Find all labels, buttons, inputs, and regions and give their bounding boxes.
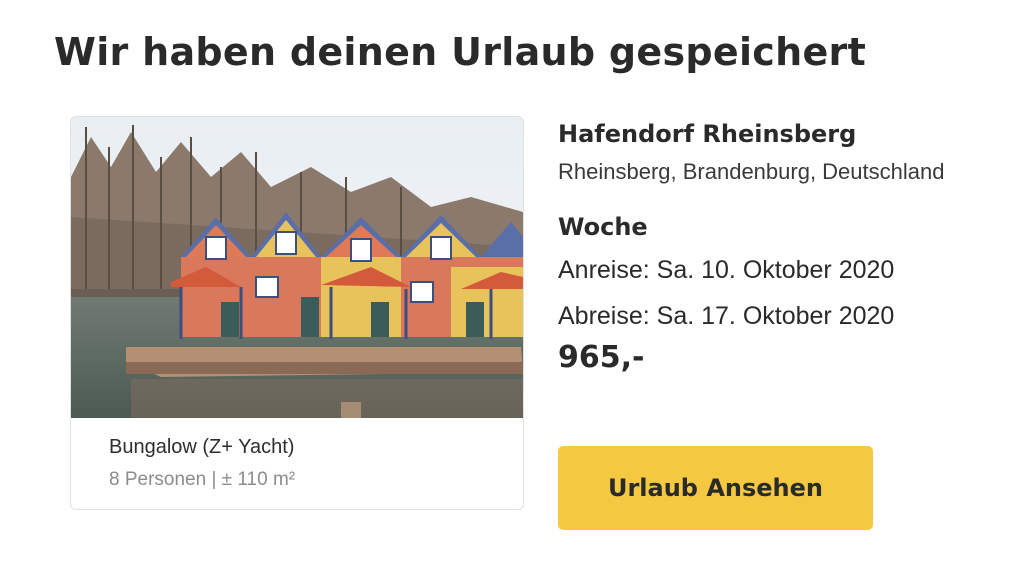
unit-details: 8 Personen | ± 110 m² (109, 469, 296, 490)
park-location: Rheinsberg, Brandenburg, Deutschland (558, 159, 945, 184)
stay-duration: Woche (558, 213, 648, 241)
price: 965,- (558, 340, 645, 375)
unit-name: Bungalow (Z+ Yacht) (109, 436, 295, 458)
accommodation-card[interactable]: Bungalow (Z+ Yacht) 8 Personen | ± 110 m… (70, 116, 524, 510)
view-vacation-button[interactable]: Urlaub Ansehen (558, 446, 873, 530)
arrival-date: Anreise: Sa. 10. Oktober 2020 (558, 256, 895, 284)
departure-date: Abreise: Sa. 17. Oktober 2020 (558, 302, 895, 330)
park-name: Hafendorf Rheinsberg (558, 120, 857, 148)
accommodation-photo (71, 117, 523, 418)
page-title: Wir haben deinen Urlaub gespeichert (54, 30, 867, 74)
